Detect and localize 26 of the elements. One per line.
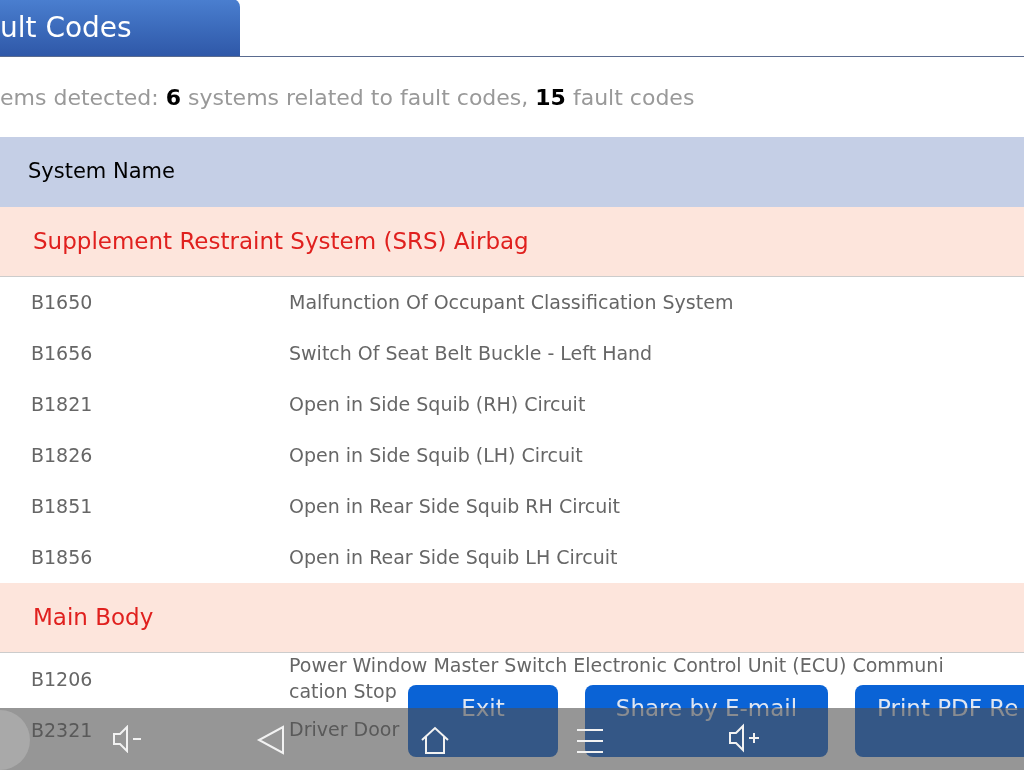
code-cell: B1656 <box>31 342 93 365</box>
tab[interactable]: ult Codes <box>0 0 240 56</box>
description-cell: Driver Door <box>289 718 400 740</box>
description-cell: Open in Rear Side Squib RH Circuit <box>289 494 621 517</box>
volume-down-icon[interactable] <box>112 725 144 753</box>
description-cell: Open in Rear Side Squib LH Circuit <box>289 545 618 568</box>
group-title: Main Body <box>33 603 154 633</box>
volume-up-icon[interactable] <box>728 722 762 754</box>
action-button[interactable]: Print PDF Re <box>855 685 1024 757</box>
code-cell: B1851 <box>31 495 93 518</box>
code-cell: B1826 <box>31 444 93 467</box>
description-cell: Malfunction Of Occupant Classification System <box>289 290 734 313</box>
code-cell: B1650 <box>31 291 93 314</box>
home-icon[interactable] <box>420 725 450 755</box>
group-title: Supplement Restraint System (SRS) Airbag <box>33 227 529 257</box>
code-cell: B1856 <box>31 546 93 569</box>
description-cell: Switch Of Seat Belt Buckle - Left Hand <box>289 341 653 364</box>
description-cell: Open in Side Squib (LH) Circuit <box>289 443 583 466</box>
column-header: System Name <box>28 158 175 186</box>
summary-text: ems detected: 6 systems related to fault codes, 15 fault codes <box>0 83 695 112</box>
description-cell: Open in Side Squib (RH) Circuit <box>289 392 586 415</box>
code-cell: B1206 <box>31 667 93 690</box>
back-icon[interactable] <box>256 725 286 755</box>
code-cell: B1821 <box>31 393 93 416</box>
menu-icon[interactable] <box>575 727 605 755</box>
code-cell: B2321 <box>31 718 93 741</box>
